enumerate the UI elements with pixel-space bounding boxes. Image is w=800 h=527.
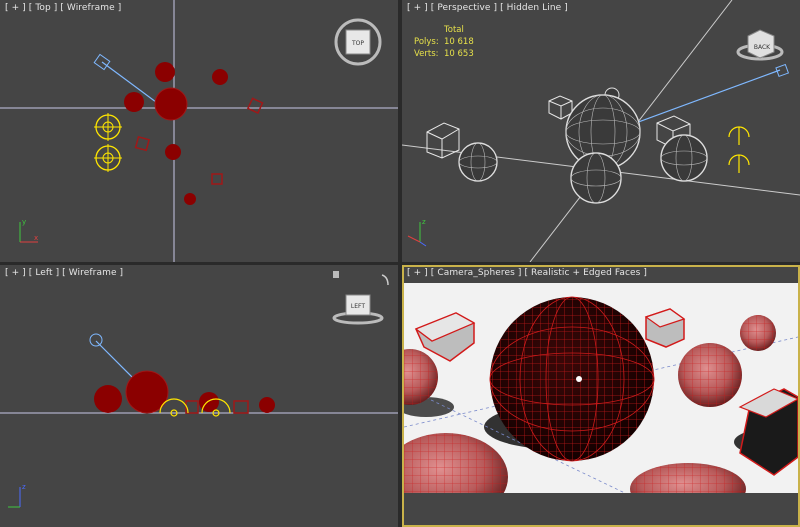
sphere-object[interactable] xyxy=(94,385,122,413)
svg-text:z: z xyxy=(22,483,26,491)
left-view-scene: LEFT z xyxy=(0,271,398,508)
viewcube-icon[interactable]: BACK xyxy=(736,29,784,61)
viewport-left-label[interactable]: [ + ] [ Left ] [ Wireframe ] xyxy=(5,268,123,278)
camera-icon[interactable] xyxy=(89,333,103,347)
polys-value: 10 618 xyxy=(444,37,474,47)
viewcube-icon[interactable]: LEFT xyxy=(332,271,389,325)
viewport-left[interactable]: LEFT z [ + ] [ Left ] [ Wireframe ] xyxy=(0,265,398,527)
svg-text:LEFT: LEFT xyxy=(351,303,365,310)
verts-label: Verts: xyxy=(414,49,439,59)
sphere-object[interactable] xyxy=(660,134,708,182)
scene-statistics: Total Polys: 10 618 Verts: 10 653 xyxy=(414,24,484,60)
camera-view-scene xyxy=(404,267,798,525)
box-object[interactable] xyxy=(246,97,264,114)
sphere-object[interactable] xyxy=(165,144,181,160)
viewport-layout: TOP y x [ + ] [ Top ] [ Wireframe ] BACK… xyxy=(0,0,800,527)
polys-label: Polys: xyxy=(414,37,439,47)
box-object[interactable] xyxy=(548,95,573,120)
viewport-perspective-label[interactable]: [ + ] [ Perspective ] [ Hidden Line ] xyxy=(407,3,568,13)
sphere-object[interactable] xyxy=(678,343,742,407)
viewcube-icon[interactable]: TOP xyxy=(334,18,382,66)
box-object[interactable] xyxy=(211,173,223,185)
top-view-scene: TOP y x xyxy=(0,0,398,262)
light-helper-icon[interactable] xyxy=(94,113,122,141)
stats-title: Total xyxy=(444,25,464,35)
viewport-camera-label[interactable]: [ + ] [ Camera_Spheres ] [ Realistic + E… xyxy=(407,268,647,278)
svg-text:BACK: BACK xyxy=(754,44,771,51)
sphere-object[interactable] xyxy=(124,92,144,112)
sphere-object[interactable] xyxy=(489,296,655,462)
sphere-object[interactable] xyxy=(212,69,228,85)
box-object[interactable] xyxy=(233,400,249,414)
box-object[interactable] xyxy=(426,122,460,159)
axis-tripod-icon: y x xyxy=(19,218,38,243)
svg-text:y: y xyxy=(22,218,26,226)
viewport-camera[interactable]: [ + ] [ Camera_Spheres ] [ Realistic + E… xyxy=(402,265,800,527)
svg-text:TOP: TOP xyxy=(351,40,364,47)
box-object[interactable] xyxy=(134,135,151,152)
sphere-object[interactable] xyxy=(155,62,175,82)
svg-text:x: x xyxy=(34,234,38,242)
sphere-object[interactable] xyxy=(458,142,498,182)
box-object[interactable] xyxy=(644,308,686,348)
light-helper-icon[interactable] xyxy=(728,126,750,173)
axis-tripod-icon: z xyxy=(8,483,26,508)
viewport-perspective[interactable]: BACK z [ + ] [ Perspective ] [ Hidden Li… xyxy=(402,0,800,262)
svg-text:z: z xyxy=(422,218,426,226)
viewport-top[interactable]: TOP y x [ + ] [ Top ] [ Wireframe ] xyxy=(0,0,398,262)
sphere-object[interactable] xyxy=(570,152,622,204)
sphere-object[interactable] xyxy=(184,193,196,205)
sphere-object[interactable] xyxy=(154,87,188,121)
light-helper-icon[interactable] xyxy=(94,144,122,172)
sphere-object[interactable] xyxy=(740,315,776,351)
axis-tripod-icon: z xyxy=(407,218,427,247)
viewport-top-label[interactable]: [ + ] [ Top ] [ Wireframe ] xyxy=(5,3,121,13)
verts-value: 10 653 xyxy=(444,49,474,59)
sphere-object[interactable] xyxy=(259,397,275,413)
